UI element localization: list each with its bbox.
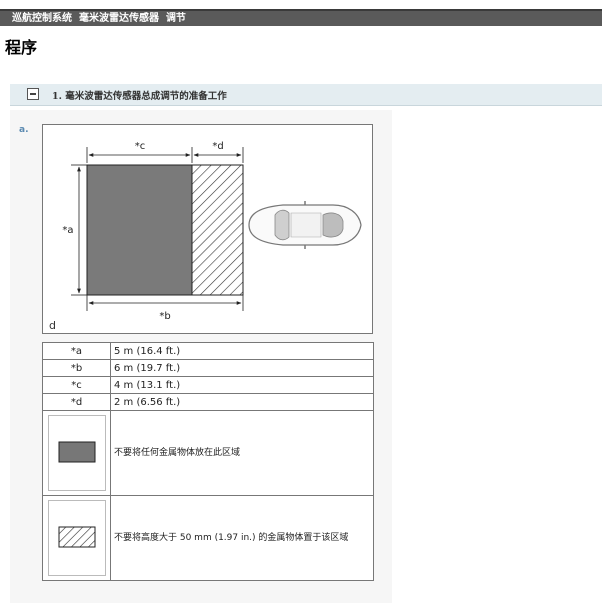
- hatched-area-icon: [47, 500, 106, 576]
- spec-key: *d: [42, 393, 111, 411]
- table-row: *b 6 m (19.7 ft.): [42, 359, 374, 377]
- spec-value: 2 m (6.56 ft.): [110, 393, 374, 411]
- spec-key: *b: [42, 359, 111, 377]
- vehicle-icon: [248, 201, 362, 249]
- table-row: *d 2 m (6.56 ft.): [42, 393, 374, 411]
- table-row: 不要将任何金属物体放在此区域: [42, 410, 374, 496]
- section-title: 1. 毫米波雷达传感器总成调节的准备工作: [52, 91, 227, 102]
- spec-value: 4 m (13.1 ft.): [110, 376, 374, 394]
- table-row: *a 5 m (16.4 ft.): [42, 342, 374, 360]
- section-header[interactable]: 1. 毫米波雷达传感器总成调节的准备工作: [10, 84, 602, 106]
- legend-text: 不要将任何金属物体放在此区域: [110, 410, 374, 496]
- dimension-c-label: *c: [135, 141, 146, 152]
- no-metal-area: [86, 164, 193, 296]
- solid-gray-area-icon: [47, 415, 106, 491]
- low-metal-area: [191, 164, 244, 296]
- table-row: 不要将高度大于 50 mm (1.97 in.) 的金属物体置于该区域: [42, 495, 374, 581]
- dimension-b-label: *b: [159, 311, 170, 322]
- legend-text: 不要将高度大于 50 mm (1.97 in.) 的金属物体置于该区域: [110, 495, 374, 581]
- adjustment-area-diagram: *c *d *a *b d: [42, 124, 373, 334]
- table-row: *c 4 m (13.1 ft.): [42, 376, 374, 394]
- breadcrumb: 巡航控制系统 毫米波雷达传感器 调节: [0, 9, 602, 26]
- spec-value: 6 m (19.7 ft.): [110, 359, 374, 377]
- dimension-d-label: *d: [212, 141, 223, 152]
- step-label: a.: [19, 125, 29, 135]
- dimension-a-label: *a: [62, 225, 73, 236]
- spec-value: 5 m (16.4 ft.): [110, 342, 374, 360]
- spec-table: *a 5 m (16.4 ft.) *b 6 m (19.7 ft.) *c 4…: [42, 342, 374, 581]
- collapse-icon[interactable]: [27, 88, 39, 100]
- figure-corner-mark: d: [49, 319, 56, 332]
- spec-key: *c: [42, 376, 111, 394]
- page-title: 程序: [5, 38, 38, 57]
- diagram-svg: *c *d *a *b d: [49, 141, 362, 332]
- spec-key: *a: [42, 342, 111, 360]
